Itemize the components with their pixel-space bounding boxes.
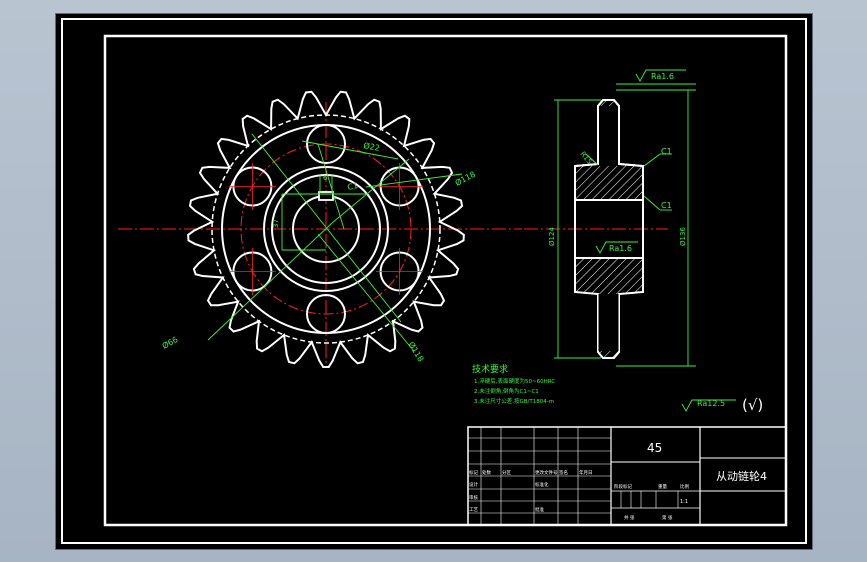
tb-cell: 工艺	[469, 507, 478, 513]
web-lower	[598, 294, 619, 351]
dim-d118-lower: Ø118	[406, 340, 426, 364]
dim-side-c1-bottom: C1	[661, 201, 672, 210]
tb-cell: 第 张	[662, 514, 673, 521]
tb-cell: 设计	[469, 481, 478, 488]
tb-cell: 重量	[658, 483, 667, 490]
tb-cell: 分区	[502, 469, 511, 476]
front-view: Ø22 C1 6 37 Ø118 Ø66 Ø118	[118, 90, 522, 368]
drawing-sheet: Ø22 C1 6 37 Ø118 Ø66 Ø118 R15 C1 C1 Ø124…	[55, 13, 813, 550]
dim-side-dia-right: Ø136	[679, 227, 687, 246]
tech-requirement-item: 3.未注尺寸公差,按GB/T1804-m	[474, 397, 554, 405]
tb-cell: 处数	[482, 469, 491, 476]
tb-cell: 比例	[680, 483, 689, 490]
side-dimension-lines	[554, 69, 736, 412]
tb-cell: 年月日	[579, 469, 593, 476]
material-label: 45	[647, 441, 662, 455]
tech-requirement-item: 2.未注倒角,倒角为C1~C1	[474, 387, 539, 395]
inner-frame	[103, 34, 788, 527]
tech-requirements: 技术要求 1.淬硬后,表面硬度为50~60HRC 2.未注倒角,倒角为C1~C1…	[472, 363, 555, 405]
scale-value: 1:1	[680, 499, 688, 505]
cad-drawing: Ø22 C1 6 37 Ø118 Ø66 Ø118 R15 C1 C1 Ø124…	[61, 18, 807, 544]
dim-d66: Ø66	[160, 334, 179, 351]
dim-c1-hub: C1	[347, 181, 359, 192]
tb-cell: 标记	[469, 469, 478, 476]
tb-cell: 签名	[559, 469, 568, 476]
dim-d118-upper: Ø118	[453, 169, 477, 188]
general-roughness-mark: (√)	[742, 396, 763, 414]
roughness-mid: Ra1.6	[609, 244, 632, 253]
dim-d22: Ø22	[363, 140, 381, 153]
dim-keyway-depth: 37	[272, 219, 280, 228]
outer-frame	[61, 18, 807, 544]
roughness-top: Ra1.6	[651, 72, 674, 81]
tech-requirement-item: 1.淬硬后,表面硬度为50~60HRC	[474, 377, 555, 385]
tb-cell: 共 张	[624, 514, 635, 521]
tech-requirements-heading: 技术要求	[472, 363, 508, 375]
tb-cell: 标准化	[535, 481, 549, 488]
tb-cell: 阶段标记	[614, 483, 632, 490]
dim-keyway-width: 6	[323, 174, 328, 182]
tb-cell: 批准	[535, 506, 544, 513]
roughness-bottom: Ra12.5	[697, 399, 725, 408]
title-block-text: 45 从动链轮4 1:1 标记 处数 分区 更改文件号 签名 年月日 设计 标准…	[469, 441, 767, 521]
part-name: 从动链轮4	[716, 469, 767, 483]
side-section-view: R15 C1 C1 Ø124 Ø136 Ra1.6 Ra1.6 Ra12.5 (…	[524, 69, 763, 414]
tb-cell: 更改文件号	[535, 469, 558, 476]
keyway	[318, 191, 334, 201]
dim-side-c1-top: C1	[661, 147, 672, 156]
dim-side-dia-left: Ø124	[548, 227, 556, 246]
tb-cell: 审核	[469, 494, 478, 501]
dim-side-r15: R15	[578, 150, 593, 166]
